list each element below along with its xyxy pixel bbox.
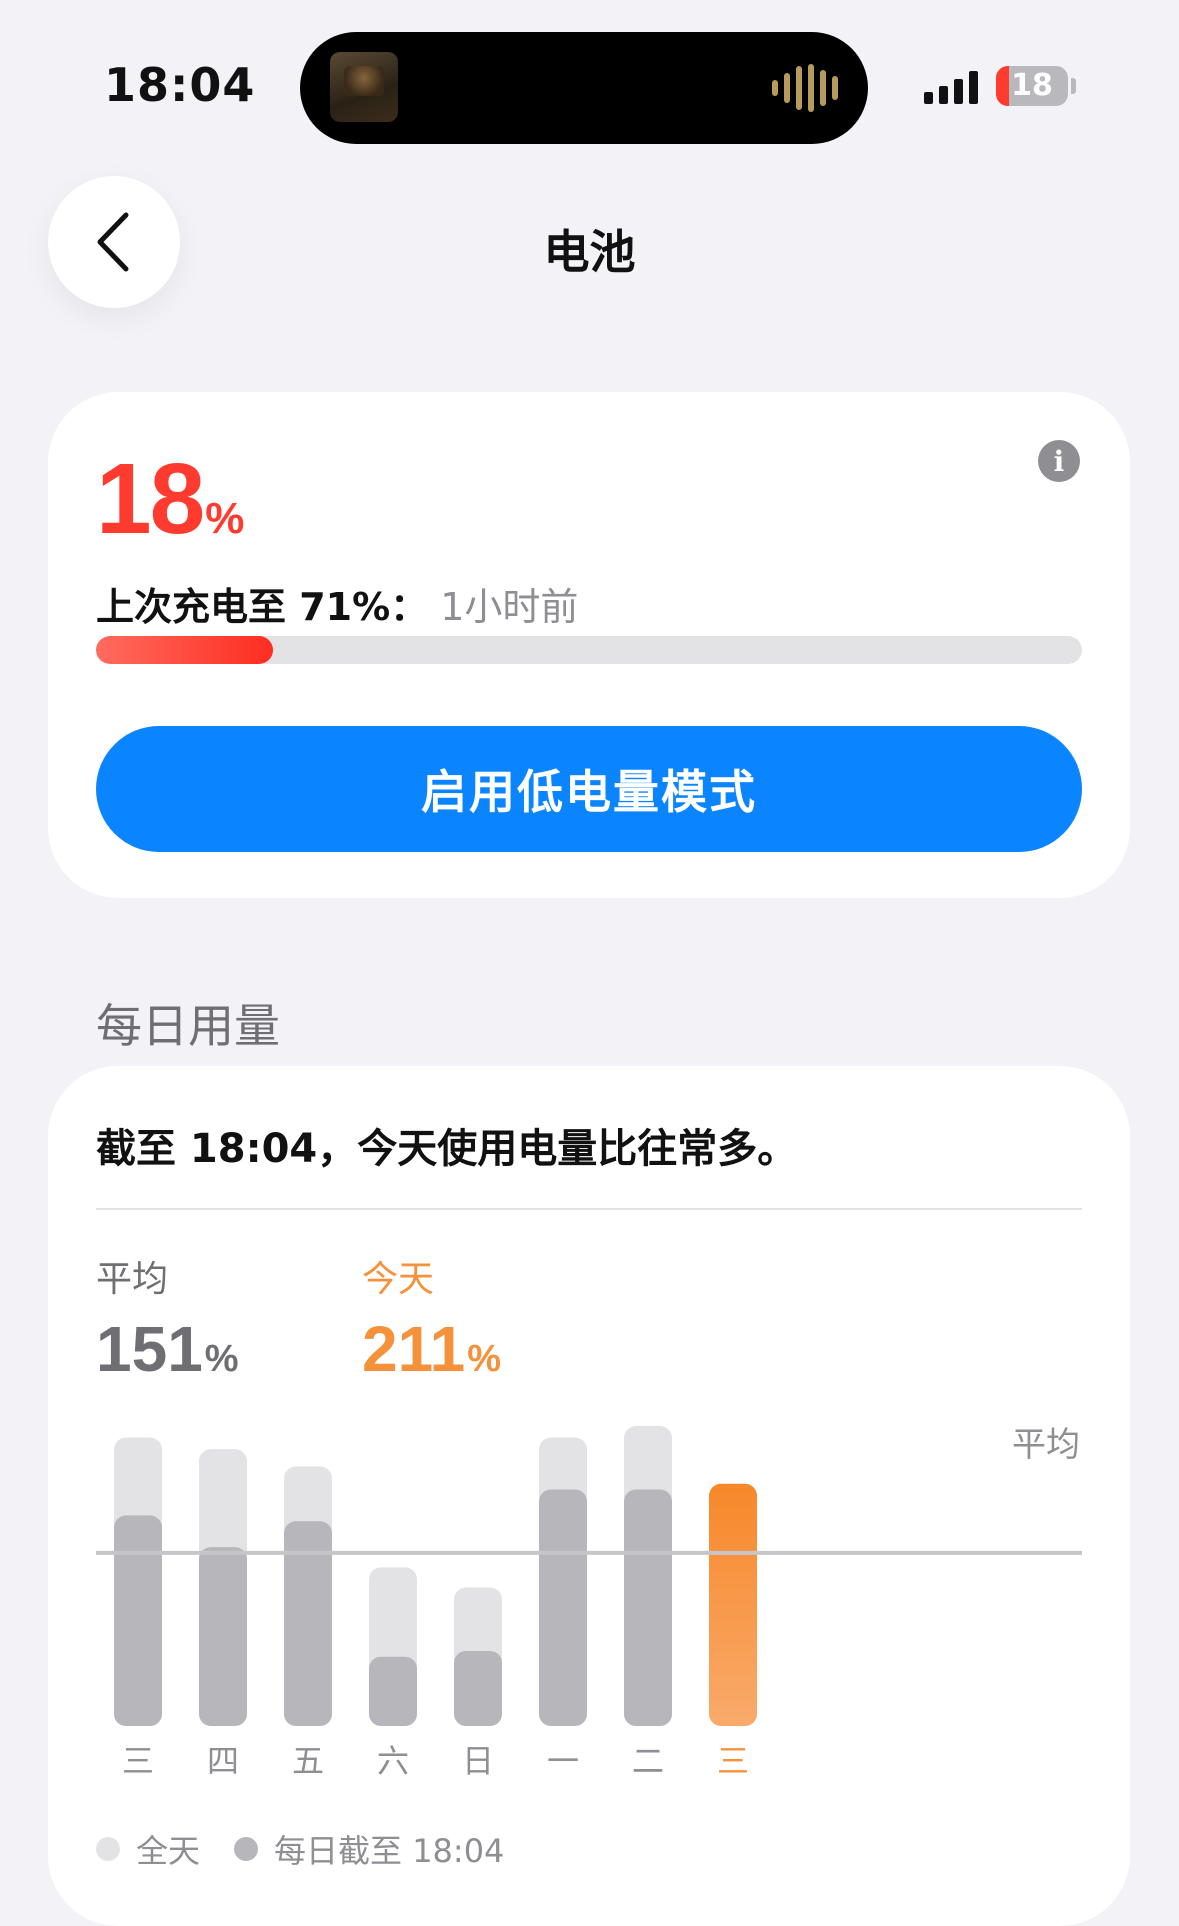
bar-until-now-6 <box>624 1489 672 1726</box>
bar-until-now-1 <box>199 1547 247 1726</box>
cellular-signal-icon <box>924 70 978 104</box>
status-battery-text: 18 <box>1011 68 1053 103</box>
average-line-label: 平均 <box>1012 1425 1080 1465</box>
bar-until-now-4 <box>454 1651 502 1726</box>
legend-label-until-now: 每日截至 18:04 <box>274 1832 505 1870</box>
battery-card: 18% i 上次充电至 71%： 1小时前 启用低电量模式 <box>48 392 1130 898</box>
now-playing-artwork[interactable] <box>330 52 398 122</box>
battery-level-bar <box>96 636 1082 664</box>
audio-waveform-icon <box>772 64 838 112</box>
day-label-6: 二 <box>632 1742 664 1780</box>
day-label-5: 一 <box>547 1742 579 1780</box>
battery-percent-unit: % <box>205 494 245 543</box>
day-label-1: 四 <box>207 1742 239 1780</box>
day-label-3: 六 <box>377 1742 409 1780</box>
last-charge-time: 1小时前 <box>440 585 579 629</box>
page-title: 电池 <box>543 225 636 279</box>
last-charge-info: 上次充电至 71%： 1小时前 <box>96 576 578 631</box>
legend-label-full-day: 全天 <box>136 1832 201 1870</box>
status-battery-icon: 18 <box>996 66 1068 106</box>
dynamic-island[interactable] <box>300 32 868 144</box>
legend-item-full-day: 全天 <box>96 1826 200 1872</box>
bar-until-now-0 <box>114 1515 162 1726</box>
legend-item-until-now: 每日截至 18:04 <box>234 1826 504 1872</box>
daily-usage-card: 截至 18:04，今天使用电量比往常多。 平均 151% 今天 211% 平均 … <box>48 1066 1130 1926</box>
low-power-mode-button[interactable]: 启用低电量模式 <box>96 726 1082 852</box>
day-label-4: 日 <box>462 1742 494 1780</box>
legend-dot-until-now <box>234 1837 259 1861</box>
daily-usage-section-title: 每日用量 <box>96 999 280 1053</box>
battery-cap <box>1071 78 1076 94</box>
day-label-0: 三 <box>122 1742 154 1780</box>
bar-until-now-5 <box>539 1489 587 1726</box>
legend-dot-full-day <box>96 1837 120 1861</box>
status-time: 18:04 <box>104 58 256 112</box>
battery-level-fill <box>96 636 274 664</box>
bar-today <box>709 1483 757 1726</box>
day-label-2: 五 <box>292 1742 324 1780</box>
chart-legend: 全天 每日截至 18:04 <box>96 1826 538 1872</box>
daily-usage-chart[interactable]: 平均 三 四 五 六 日 一 二 三 <box>48 1066 1130 1926</box>
battery-percent-value: 18 <box>96 443 205 555</box>
day-label-7: 三 <box>717 1742 749 1780</box>
info-icon[interactable]: i <box>1038 440 1080 482</box>
last-charge-label: 上次充电至 71%： <box>96 585 429 629</box>
bar-until-now-3 <box>369 1656 417 1726</box>
battery-percentage: 18% <box>96 442 244 557</box>
